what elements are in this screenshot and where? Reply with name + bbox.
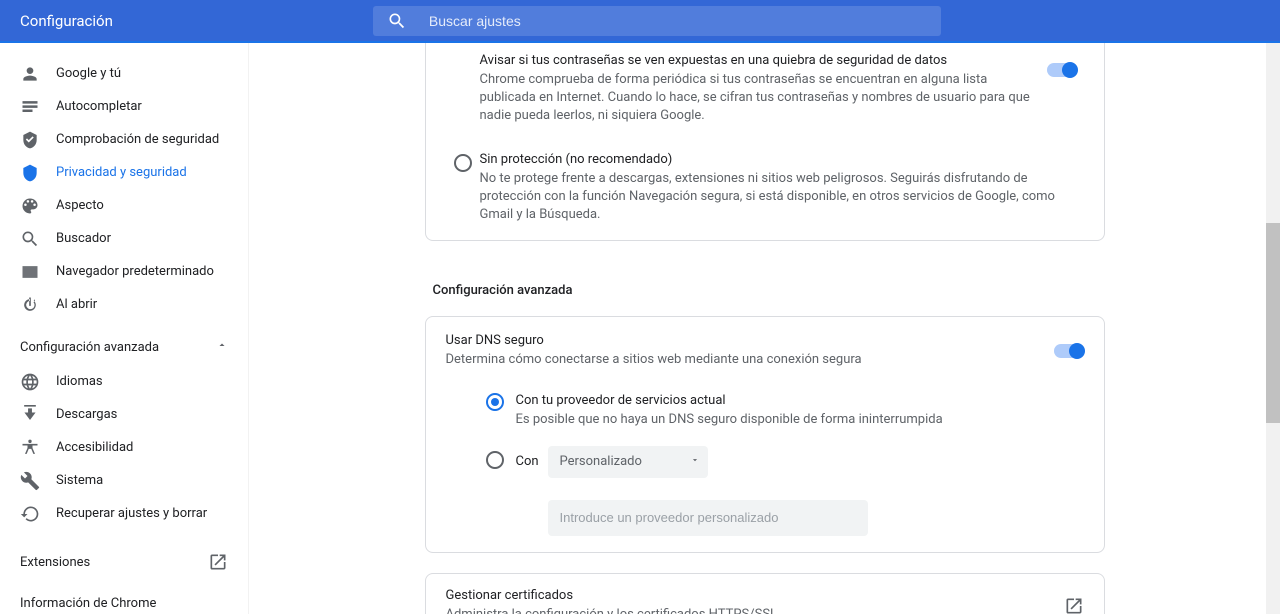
no-protection-row[interactable]: Sin protección (no recomendado) No te pr… — [426, 142, 1104, 241]
manage-certificates-row[interactable]: Gestionar certificados Administra la con… — [426, 574, 1104, 614]
sidebar-advanced-header[interactable]: Configuración avanzada — [0, 329, 248, 365]
advanced-section-header: Configuración avanzada — [425, 241, 1105, 316]
pw-breach-toggle[interactable] — [1047, 63, 1077, 77]
sidebar-item-label: Descargas — [56, 407, 117, 422]
sidebar-item-label: Navegador predeterminado — [56, 264, 214, 279]
page-title: Configuración — [20, 12, 113, 30]
shield-icon — [20, 163, 40, 183]
open-in-new-icon — [208, 552, 228, 572]
links-card: Gestionar certificados Administra la con… — [425, 573, 1105, 614]
secure-dns-row: Usar DNS seguro Determina cómo conectars… — [426, 317, 1104, 551]
sidebar: Google y tú Autocompletar Comprobación d… — [0, 43, 248, 614]
scrollbar-thumb[interactable] — [1266, 223, 1280, 423]
download-icon — [20, 405, 40, 425]
safe-browsing-panel: Avisar si tus contraseñas se ven expuest… — [425, 43, 1105, 241]
secure-dns-title: Usar DNS seguro — [446, 333, 1054, 348]
accessibility-icon — [20, 438, 40, 458]
sidebar-item-label: Comprobación de seguridad — [56, 132, 219, 147]
power-icon — [20, 295, 40, 315]
sidebar-item-on-startup[interactable]: Al abrir — [0, 288, 248, 321]
sidebar-item-downloads[interactable]: Descargas — [0, 398, 248, 431]
dns-custom-row[interactable]: Con Personalizado — [486, 440, 1084, 488]
search-icon — [20, 229, 40, 249]
search-icon — [387, 11, 407, 31]
main-content: Avisar si tus contraseñas se ven expuest… — [248, 43, 1280, 614]
chevron-down-icon — [690, 454, 700, 469]
sidebar-about[interactable]: Información de Chrome — [0, 584, 248, 614]
sidebar-item-label: Privacidad y seguridad — [56, 165, 187, 180]
no-protection-desc: No te protege frente a descargas, extens… — [480, 170, 1084, 225]
dns-custom-provider-input[interactable] — [548, 500, 868, 536]
sidebar-item-label: Accesibilidad — [56, 440, 133, 455]
dropdown-value: Personalizado — [560, 454, 642, 469]
globe-icon — [20, 372, 40, 392]
sidebar-item-appearance[interactable]: Aspecto — [0, 189, 248, 222]
sidebar-item-label: Buscador — [56, 231, 111, 246]
secure-dns-desc: Determina cómo conectarse a sitios web m… — [446, 351, 1054, 369]
sidebar-item-label: Autocompletar — [56, 99, 142, 114]
sidebar-item-label: Aspecto — [56, 198, 104, 213]
pw-breach-title: Avisar si tus contraseñas se ven expuest… — [480, 53, 1040, 68]
search-input[interactable] — [407, 13, 927, 29]
default-browser-icon — [20, 262, 40, 282]
sidebar-item-privacy-security[interactable]: Privacidad y seguridad — [0, 156, 248, 189]
sidebar-item-label: Recuperar ajustes y borrar — [56, 506, 207, 521]
certs-desc: Administra la configuración y los certif… — [446, 606, 1064, 614]
sidebar-item-accessibility[interactable]: Accesibilidad — [0, 431, 248, 464]
open-in-new-icon — [1064, 596, 1084, 614]
about-label: Información de Chrome — [20, 596, 156, 611]
secure-dns-toggle[interactable] — [1054, 344, 1084, 358]
sidebar-extensions[interactable]: Extensiones — [0, 540, 248, 584]
extensions-label: Extensiones — [20, 555, 90, 570]
sidebar-item-reset[interactable]: Recuperar ajustes y borrar — [0, 497, 248, 530]
sidebar-item-default-browser[interactable]: Navegador predeterminado — [0, 255, 248, 288]
wrench-icon — [20, 471, 40, 491]
no-protection-radio[interactable] — [454, 154, 472, 172]
sidebar-item-label: Google y tú — [56, 66, 121, 81]
dns-current-radio[interactable] — [486, 393, 504, 411]
content: Google y tú Autocompletar Comprobación d… — [0, 43, 1280, 614]
scrollbar[interactable] — [1266, 43, 1280, 614]
app-header: Configuración — [0, 0, 1280, 41]
sidebar-item-label: Sistema — [56, 473, 103, 488]
advanced-header-label: Configuración avanzada — [20, 340, 159, 355]
secure-dns-card: Usar DNS seguro Determina cómo conectars… — [425, 316, 1105, 552]
restore-icon — [20, 504, 40, 524]
dns-current-desc: Es posible que no haya un DNS seguro dis… — [516, 411, 1064, 429]
sidebar-item-system[interactable]: Sistema — [0, 464, 248, 497]
autofill-icon — [20, 97, 40, 117]
sidebar-item-you-and-google[interactable]: Google y tú — [0, 57, 248, 90]
password-breach-row: Avisar si tus contraseñas se ven expuest… — [426, 43, 1104, 142]
dns-current-provider-row[interactable]: Con tu proveedor de servicios actual Es … — [486, 387, 1084, 439]
dns-custom-radio[interactable] — [486, 451, 504, 469]
palette-icon — [20, 196, 40, 216]
chevron-up-icon — [216, 339, 228, 355]
search-box[interactable] — [373, 6, 941, 36]
shield-check-icon — [20, 130, 40, 150]
sidebar-item-label: Al abrir — [56, 297, 97, 312]
sidebar-item-autofill[interactable]: Autocompletar — [0, 90, 248, 123]
person-icon — [20, 64, 40, 84]
dns-current-title: Con tu proveedor de servicios actual — [516, 393, 1064, 408]
dns-with-label: Con — [516, 454, 548, 469]
sidebar-item-safety-check[interactable]: Comprobación de seguridad — [0, 123, 248, 156]
sidebar-item-search-engine[interactable]: Buscador — [0, 222, 248, 255]
certs-title: Gestionar certificados — [446, 588, 1064, 603]
sidebar-item-label: Idiomas — [56, 374, 103, 389]
pw-breach-desc: Chrome comprueba de forma periódica si t… — [480, 71, 1040, 126]
dns-provider-dropdown[interactable]: Personalizado — [548, 446, 708, 478]
no-protection-title: Sin protección (no recomendado) — [480, 152, 1084, 167]
sidebar-item-languages[interactable]: Idiomas — [0, 365, 248, 398]
